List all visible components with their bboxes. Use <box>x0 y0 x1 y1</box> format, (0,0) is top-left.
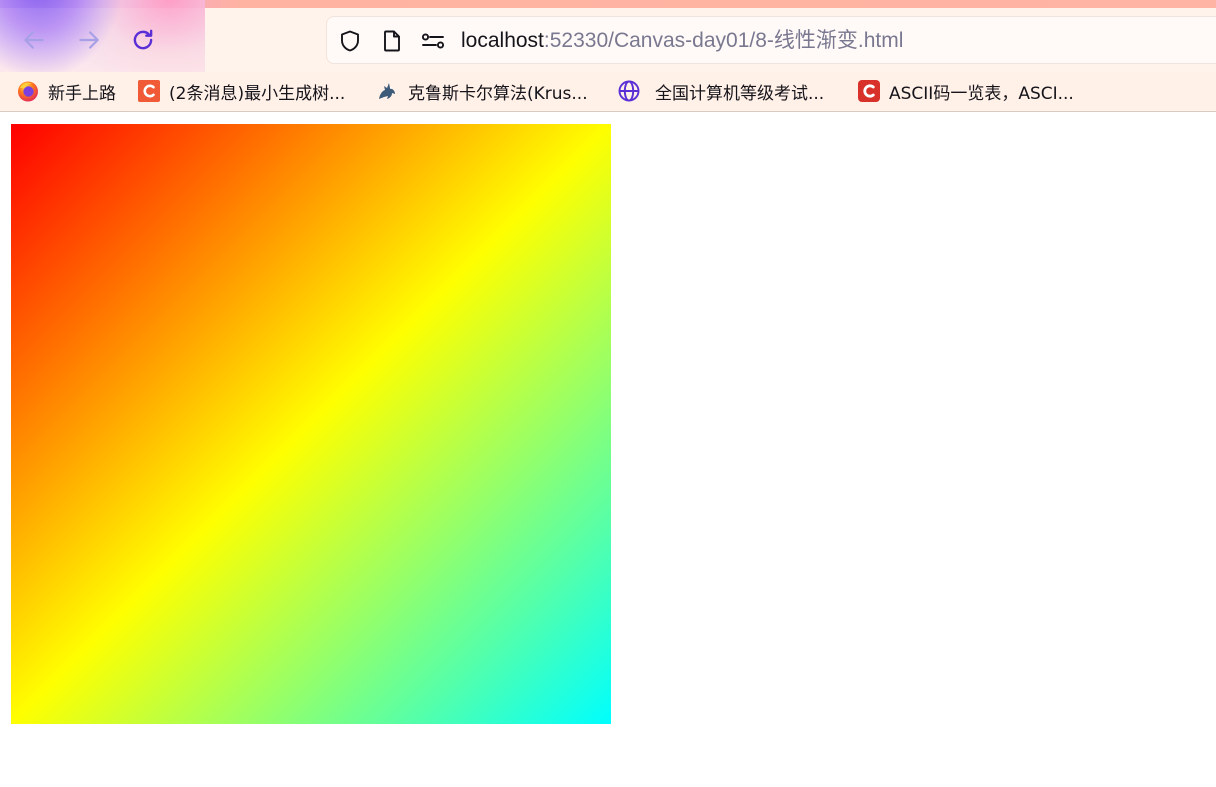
bookmark-item[interactable]: ASCII码一览表，ASCI... <box>857 77 1074 105</box>
reload-icon <box>133 29 153 50</box>
url-host: localhost <box>461 29 544 52</box>
address-bar[interactable]: localhost:52330/Canvas-day01/8-线性渐变.html <box>326 16 1216 64</box>
bookmark-label: 新手上路 <box>48 83 116 104</box>
bookmark-label: 全国计算机等级考试... <box>655 83 825 104</box>
bookmark-item[interactable]: (2条消息)最小生成树... <box>137 77 345 105</box>
page-icon[interactable] <box>379 28 405 54</box>
arrow-right-icon <box>79 31 99 49</box>
bookmarks-bar: 新手上路 (2条消息)最小生成树... 克鲁斯卡尔算法(Krus... 全国计算… <box>0 72 1216 110</box>
csdn-icon <box>137 79 161 103</box>
page-content <box>0 112 1216 787</box>
reload-button[interactable] <box>127 24 159 56</box>
bookmark-label: ASCII码一览表，ASCI... <box>889 83 1074 104</box>
bookmark-label: (2条消息)最小生成树... <box>169 83 346 104</box>
globe-icon <box>617 79 641 103</box>
bookmark-item[interactable]: 全国计算机等级考试... <box>617 77 824 105</box>
back-button[interactable] <box>18 24 50 56</box>
browser-toolbar: localhost:52330/Canvas-day01/8-线性渐变.html <box>0 0 1216 112</box>
bookmark-label: 克鲁斯卡尔算法(Krus... <box>408 83 588 104</box>
c-logo-icon <box>857 79 881 103</box>
shield-icon[interactable] <box>337 28 363 54</box>
linear-gradient-canvas <box>11 124 611 724</box>
forward-button[interactable] <box>73 24 105 56</box>
unicorn-icon <box>376 79 400 103</box>
permissions-icon[interactable] <box>420 28 446 54</box>
firefox-icon <box>16 79 40 103</box>
bookmark-item[interactable]: 克鲁斯卡尔算法(Krus... <box>376 77 588 105</box>
arrow-left-icon <box>24 31 44 49</box>
url-text[interactable]: localhost:52330/Canvas-day01/8-线性渐变.html <box>461 28 903 54</box>
url-path: :52330/Canvas-day01/8-线性渐变.html <box>543 29 904 52</box>
bookmark-item[interactable]: 新手上路 <box>16 77 116 105</box>
